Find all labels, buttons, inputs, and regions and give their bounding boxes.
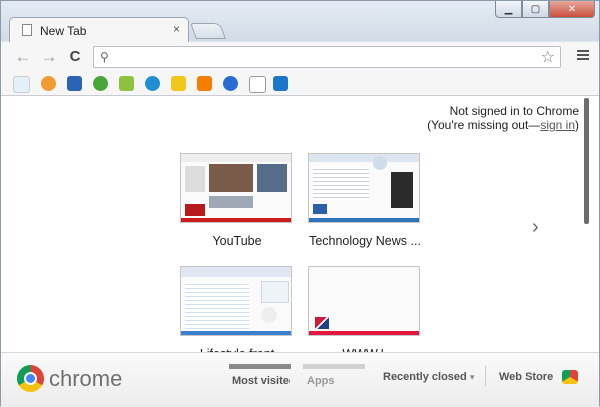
most-visited-tile[interactable] [180,153,292,223]
sign-in-link[interactable]: sign in [540,118,575,132]
tab-close-icon[interactable]: × [173,22,180,36]
orange-app-icon[interactable] [41,76,56,91]
tile-label: Technology News ... [309,234,421,248]
maximize-button[interactable]: ▢ [522,1,549,18]
page-bookmark-icon[interactable] [249,76,266,93]
back-button[interactable]: ← [13,47,33,67]
close-window-button[interactable]: ✕ [549,1,595,18]
tab-most-visited[interactable]: Most visited [229,364,291,387]
tab-apps[interactable]: Apps [303,364,365,387]
omnibox[interactable]: ⚲ ☆ [93,46,561,68]
recently-closed-label: Recently closed [383,371,467,383]
web-store-icon[interactable] [562,370,578,384]
apps-label: Apps [307,375,335,387]
recently-closed-menu[interactable]: Recently closed ▾ [383,371,474,383]
next-page-chevron-icon[interactable]: › [532,216,539,239]
new-tab-button[interactable] [190,23,226,39]
bookmark-star-icon[interactable]: ☆ [541,47,555,67]
forward-button[interactable]: → [39,47,59,67]
scrollbar[interactable] [584,98,589,224]
chrome-menu-button[interactable] [577,48,589,62]
minimize-button[interactable]: ▁ [495,1,522,18]
search-icon: ⚲ [100,50,109,64]
green-app-icon[interactable] [93,76,108,91]
blue-network-icon[interactable] [145,76,160,91]
signin-prompt: (You're missing out—sign in) [427,118,579,132]
tab-title: New Tab [40,24,87,38]
signin-prefix: (You're missing out— [427,118,541,132]
divider [485,366,486,386]
chrome-wordmark: chrome [49,366,123,391]
most-visited-tile[interactable] [308,266,420,336]
blue-bookmark-icon[interactable] [273,76,288,91]
browser-window: ▁ ▢ ✕ New Tab × ← → C ⚲ ☆ Not signed in … [0,0,600,407]
window-controls: ▁ ▢ ✕ [495,1,595,19]
signin-suffix: ) [575,118,579,132]
toolbar: ← → C ⚲ ☆ [1,42,599,72]
most-visited-tile[interactable] [180,266,292,336]
footer-bar: chrome Most visited Apps Recently closed… [1,352,599,407]
reload-button[interactable]: C [65,47,85,67]
chrome-logo-icon [17,365,44,392]
new-tab-page: Not signed in to Chrome (You're missing … [1,96,599,352]
android-icon[interactable] [119,76,134,91]
tile-label: YouTube [212,234,262,248]
tab-new-tab[interactable]: New Tab × [9,17,189,43]
web-store-link[interactable]: Web Store [499,371,553,383]
bookmarks-bar [1,72,599,96]
chevron-down-icon: ▾ [469,372,475,382]
yellow-app-icon[interactable] [171,76,186,91]
most-visited-label: Most visited [232,375,290,387]
blogger-icon[interactable] [197,76,212,91]
globe-icon[interactable] [223,76,238,91]
reddit-icon[interactable] [13,76,30,93]
page-icon [22,24,32,36]
p-app-icon[interactable] [67,76,82,91]
signin-status: Not signed in to Chrome [449,104,579,118]
most-visited-tile[interactable] [308,153,420,223]
title-bar: ▁ ▢ ✕ New Tab × [1,1,599,43]
